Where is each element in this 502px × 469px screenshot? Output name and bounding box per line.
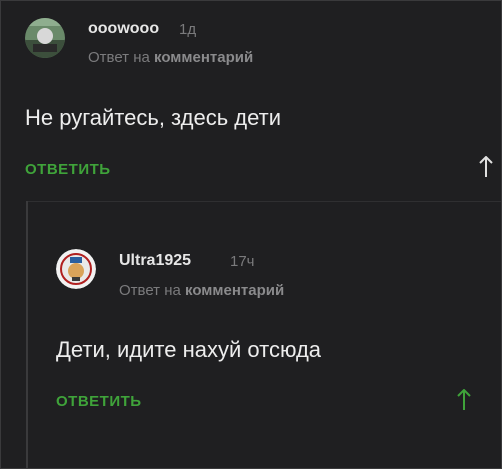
- thread-line: [26, 201, 28, 468]
- avatar[interactable]: [25, 18, 65, 58]
- avatar-image: [25, 18, 65, 58]
- timestamp: 1д: [179, 21, 197, 38]
- reply-button[interactable]: ОТВЕТИТЬ: [25, 161, 111, 178]
- comment-text: Не ругайтесь, здесь дети: [25, 105, 281, 130]
- username[interactable]: Ultra1925: [119, 252, 191, 270]
- avatar[interactable]: [56, 249, 96, 289]
- reply-to-prefix: Ответ на: [119, 282, 181, 299]
- reply-to-line: Ответ на комментарий: [88, 49, 253, 66]
- comment-text: Дети, идите нахуй отсюда: [56, 337, 322, 362]
- avatar-badge: [56, 249, 96, 289]
- thread-divider: [26, 201, 501, 202]
- reply-button[interactable]: ОТВЕТИТЬ: [56, 393, 142, 410]
- reply-to-prefix: Ответ на: [88, 49, 150, 66]
- timestamp: 17ч: [230, 253, 255, 270]
- reply-to-link[interactable]: комментарий: [154, 49, 253, 66]
- reply-to-line: Ответ на комментарий: [119, 282, 284, 299]
- up-arrow-icon[interactable]: [479, 156, 493, 178]
- reply-to-link[interactable]: комментарий: [185, 282, 284, 299]
- up-arrow-icon[interactable]: [457, 389, 471, 411]
- comment-thread: ooowooo 1д Ответ на комментарий Не ругай…: [0, 0, 502, 469]
- username[interactable]: ooowooo: [88, 20, 159, 38]
